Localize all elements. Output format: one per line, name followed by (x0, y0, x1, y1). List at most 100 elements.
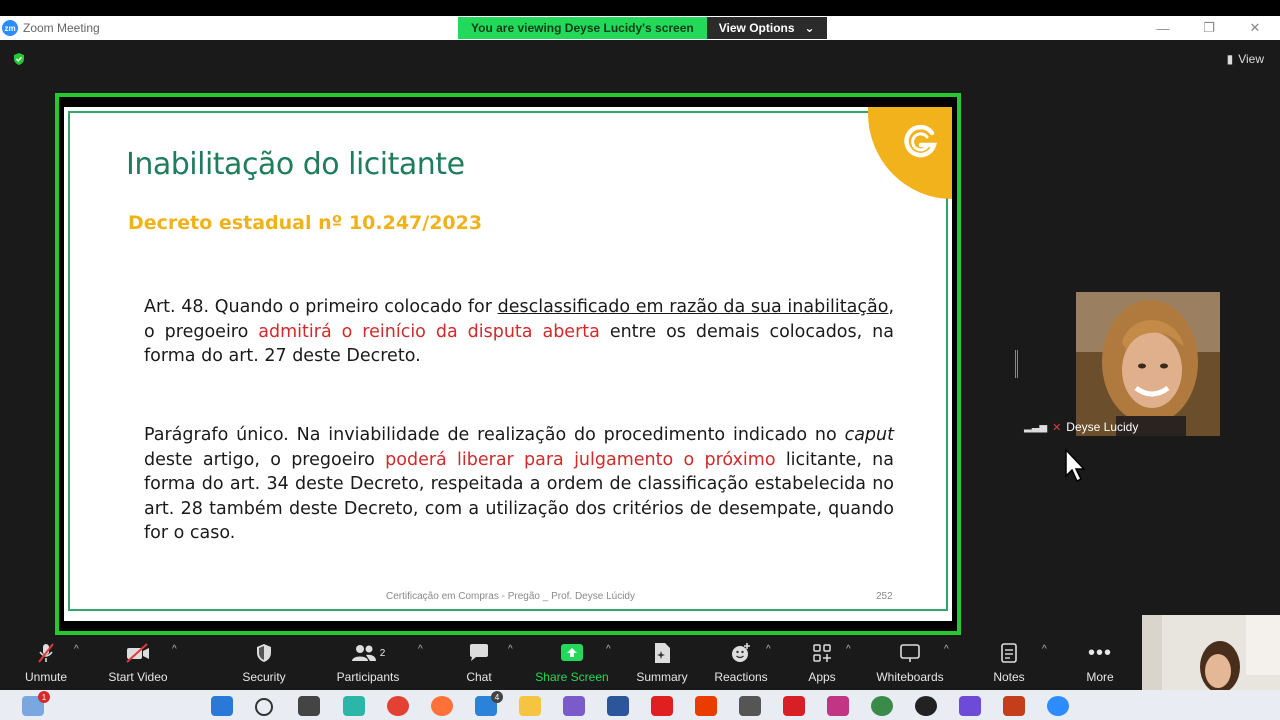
minimize-button[interactable]: — (1140, 16, 1186, 40)
article-48-paragraph: Art. 48. Quando o primeiro colocado for … (144, 295, 894, 369)
shared-screen: Inabilitação do licitante Decreto estadu… (55, 93, 961, 635)
viewing-screen-label: You are viewing Deyse Lucidy's screen (458, 17, 707, 39)
participants-count: 2 (379, 647, 386, 659)
more-button[interactable]: ••• More (1080, 636, 1120, 690)
video-options-caret-icon[interactable]: ^ (172, 644, 177, 655)
reactions-options-caret-icon[interactable]: ^ (766, 644, 771, 655)
panel-resize-handle[interactable] (1015, 350, 1018, 378)
participants-label: Participants (336, 670, 400, 684)
mouse-pointer-icon (1065, 448, 1086, 483)
security-button[interactable]: Security (238, 636, 290, 690)
edge-browser-icon[interactable] (343, 696, 365, 716)
search-icon[interactable] (255, 698, 273, 716)
apps-grid-icon (809, 641, 835, 665)
signal-strength-icon: ▂▃▅ (1024, 421, 1048, 433)
slide-page-number: 252 (876, 591, 893, 602)
copilot-icon[interactable] (563, 696, 585, 716)
share-options-caret-icon[interactable]: ^ (606, 644, 611, 655)
start-video-label: Start Video (108, 670, 168, 684)
firefox-browser-icon[interactable] (431, 696, 453, 716)
notes-icon (996, 641, 1022, 665)
p2-highlight: poderá liberar para julgamento o próximo (385, 449, 776, 470)
chrome-browser-icon[interactable] (387, 696, 409, 716)
unmute-button[interactable]: Unmute (18, 636, 74, 690)
apps-button[interactable]: Apps (804, 636, 840, 690)
apps-options-caret-icon[interactable]: ^ (846, 644, 851, 655)
maps-icon[interactable] (871, 696, 893, 716)
top-edge (0, 0, 1280, 16)
brand-logo-icon (904, 124, 938, 158)
paragrafo-unico-paragraph: Parágrafo único. Na inviabilidade de rea… (144, 423, 894, 546)
notes-label: Notes (993, 670, 1025, 684)
more-dots-icon: ••• (1087, 641, 1112, 664)
restore-button[interactable]: ❐ (1186, 16, 1232, 40)
notification-badge: 1 (38, 691, 50, 703)
weather-widget-icon[interactable]: 1 (22, 691, 50, 716)
zoom-meeting-window: zm Zoom Meeting — ❐ ✕ You are viewing De… (0, 0, 1280, 720)
start-menu-icon[interactable] (211, 696, 233, 716)
audio-options-caret-icon[interactable]: ^ (74, 644, 79, 655)
video-editor-icon[interactable] (959, 696, 981, 716)
chat-button[interactable]: Chat (460, 636, 498, 690)
reactions-label: Reactions (714, 670, 768, 684)
view-options-button[interactable]: View Options ⌄ (706, 17, 827, 39)
p1-highlight: admitirá o reinício da disputa aberta (258, 321, 600, 342)
participants-button[interactable]: 2 Participants (334, 636, 402, 690)
close-button[interactable]: ✕ (1232, 16, 1278, 40)
more-label: More (1086, 670, 1114, 684)
p1-underline: desclassificado em razão da sua inabilit… (497, 297, 889, 317)
share-screen-label: Share Screen (535, 670, 609, 684)
view-layout-icon: ▮ (1226, 52, 1234, 66)
whiteboards-button[interactable]: Whiteboards (872, 636, 948, 690)
view-button[interactable]: ▮ View (1227, 52, 1264, 66)
participants-icon: 2 (348, 641, 388, 665)
participant-video-tile[interactable] (1076, 292, 1220, 436)
unmute-label: Unmute (24, 670, 68, 684)
participant-name: Deyse Lucidy (1066, 420, 1139, 434)
whiteboards-label: Whiteboards (876, 670, 944, 684)
reactions-smiley-icon (728, 641, 754, 665)
reactions-button[interactable]: Reactions (710, 636, 772, 690)
mail-icon[interactable]: 4 (475, 691, 503, 716)
mail-badge: 4 (491, 691, 503, 703)
microphone-muted-icon (33, 641, 59, 665)
security-label: Security (242, 670, 286, 684)
notes-options-caret-icon[interactable]: ^ (1042, 644, 1047, 655)
word-icon[interactable] (607, 696, 629, 716)
netflix-icon[interactable] (783, 696, 805, 716)
presentation-slide: Inabilitação do licitante Decreto estadu… (64, 107, 952, 621)
instagram-icon[interactable] (827, 696, 849, 716)
participants-options-caret-icon[interactable]: ^ (418, 644, 423, 655)
start-video-button[interactable]: Start Video (104, 636, 172, 690)
zoom-taskbar-icon[interactable] (1047, 696, 1069, 716)
share-screen-button[interactable]: Share Screen (532, 636, 612, 690)
apps-label: Apps (808, 670, 836, 684)
view-button-label: View (1238, 52, 1264, 66)
whiteboard-icon (897, 641, 923, 665)
windows-taskbar: 1 4 (0, 690, 1280, 720)
slide-subtitle: Decreto estadual nº 10.247/2023 (128, 212, 483, 234)
app-m-icon[interactable] (739, 696, 761, 716)
summary-label: Summary (636, 670, 688, 684)
zoom-logo-icon: zm (2, 20, 18, 36)
meeting-toolbar: Unmute ^ Start Video ^ Security 2 Partic… (0, 636, 1280, 690)
encryption-shield-icon[interactable] (12, 52, 26, 66)
file-explorer-icon[interactable] (519, 696, 541, 716)
powerpoint-icon[interactable] (1003, 696, 1025, 716)
task-view-icon[interactable] (298, 696, 320, 716)
camera-app-icon[interactable] (915, 696, 937, 716)
summary-button[interactable]: Summary (632, 636, 692, 690)
notes-button[interactable]: Notes (988, 636, 1030, 690)
p2-italic: caput (844, 425, 894, 445)
chat-options-caret-icon[interactable]: ^ (508, 644, 513, 655)
youtube-icon[interactable] (651, 696, 673, 716)
p1-text-a: Art. 48. Quando o primeiro colocado for (144, 297, 498, 317)
video-off-icon (125, 641, 151, 665)
view-options-label: View Options (718, 21, 795, 35)
slide-title: Inabilitação do licitante (126, 147, 465, 182)
office-icon[interactable] (695, 696, 717, 716)
whiteboards-options-caret-icon[interactable]: ^ (944, 644, 949, 655)
chevron-down-icon: ⌄ (804, 21, 815, 35)
share-screen-icon (559, 641, 585, 665)
chat-label: Chat (466, 670, 492, 684)
